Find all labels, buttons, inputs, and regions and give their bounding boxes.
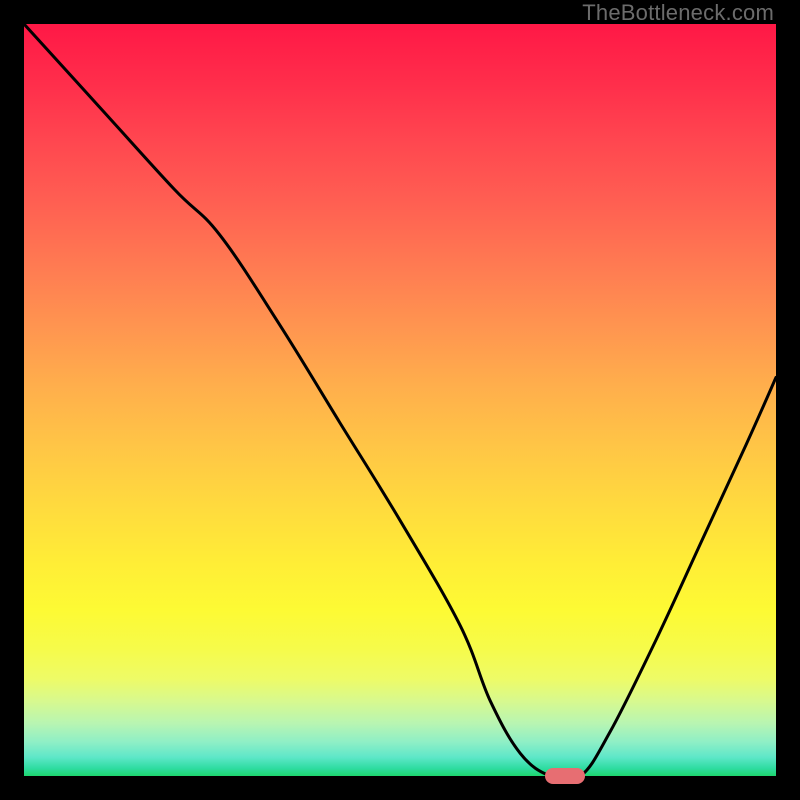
watermark-text: TheBottleneck.com [582,0,774,26]
chart-plot-area [24,24,776,776]
chart-frame [24,24,776,776]
chart-background-gradient [24,24,776,776]
optimal-point-marker [545,768,585,784]
